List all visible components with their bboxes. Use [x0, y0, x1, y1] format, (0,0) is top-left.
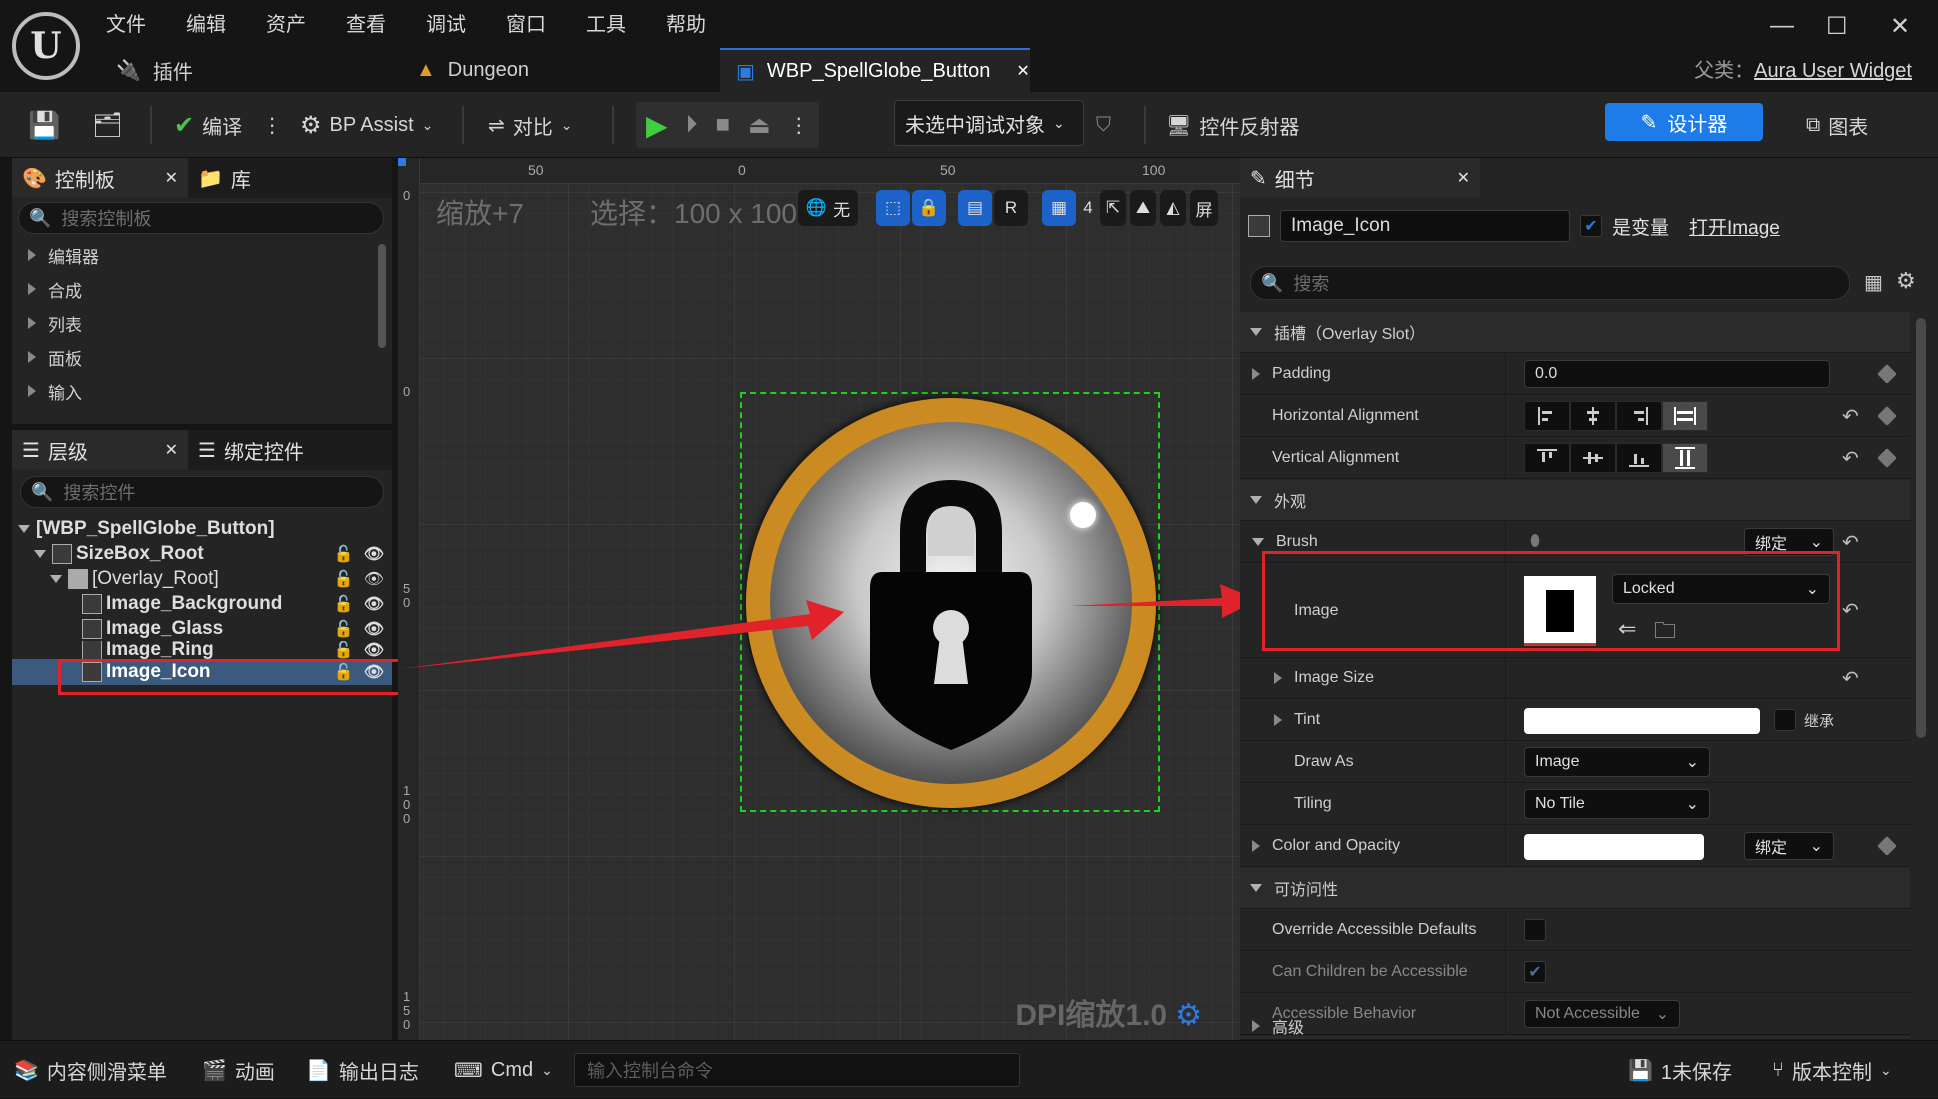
content-drawer-button[interactable]: 📚 内容侧滑菜单: [14, 1041, 167, 1099]
row-image-size: Image Size ↶: [1240, 658, 1910, 699]
pin-icon[interactable]: [1877, 448, 1897, 468]
pin-icon[interactable]: [1877, 836, 1897, 856]
chevron-down-icon: ⌄: [1685, 754, 1699, 771]
override-accessible-checkbox[interactable]: [1524, 919, 1546, 941]
terminal-icon: ⌨: [454, 1059, 483, 1082]
log-icon: 📄: [306, 1059, 331, 1082]
tiling-select[interactable]: No Tile ⌄: [1524, 789, 1710, 819]
save-icon: 💾: [1628, 1059, 1653, 1082]
halign-center-button[interactable]: [1570, 401, 1616, 431]
valign-fill-button[interactable]: [1662, 443, 1708, 473]
children-accessible-checkbox[interactable]: ✔: [1524, 961, 1546, 983]
highlight-box-image: [1262, 551, 1840, 651]
row-accessible-behavior: Accessible Behavior Not Accessible ⌄: [1240, 994, 1910, 1035]
row-draw-as: Draw As Image ⌄: [1240, 742, 1910, 783]
pin-icon[interactable]: [1877, 406, 1897, 426]
tab-details[interactable]: ✎ 细节 ✕: [1240, 158, 1480, 198]
reset-arrow-icon[interactable]: ↶: [1842, 446, 1859, 471]
draw-as-select[interactable]: Image ⌄: [1524, 747, 1710, 777]
clapperboard-icon: 🎬: [202, 1059, 227, 1082]
widget-header: Image_Icon ✔ 是变量 打开Image: [1248, 210, 1780, 242]
branch-icon: ⑂: [1772, 1058, 1784, 1081]
row-tint: Tint 继承: [1240, 700, 1910, 741]
source-control-button[interactable]: ⑂ 版本控制 ⌄: [1772, 1041, 1892, 1099]
open-image-link[interactable]: 打开Image: [1689, 213, 1780, 240]
row-tiling: Tiling No Tile ⌄: [1240, 784, 1910, 825]
image-icon: [1248, 215, 1270, 237]
row-padding: Padding 0.0: [1240, 354, 1910, 395]
pin-icon[interactable]: [1877, 364, 1897, 384]
unsaved-button[interactable]: 💾 1未保存: [1628, 1041, 1732, 1099]
row-vertical-alignment: Vertical Alignment ↶: [1240, 438, 1910, 479]
chevron-down-icon: ⌄: [541, 1061, 553, 1078]
close-icon[interactable]: ✕: [1457, 168, 1470, 188]
color-opacity-swatch[interactable]: [1524, 834, 1704, 860]
color-bind-button[interactable]: 绑定 ⌄: [1744, 832, 1834, 860]
chevron-down-icon: ⌄: [1809, 534, 1823, 551]
reset-arrow-icon[interactable]: ↶: [1842, 598, 1859, 623]
accessible-behavior-select[interactable]: Not Accessible ⌄: [1524, 1000, 1680, 1028]
reset-arrow-icon[interactable]: ↶: [1842, 530, 1859, 555]
row-override-accessible: Override Accessible Defaults: [1240, 910, 1910, 951]
chevron-down-icon: ⌄: [1809, 838, 1823, 855]
section-accessibility[interactable]: 可访问性: [1240, 868, 1910, 909]
pencil-icon: ✎: [1250, 167, 1267, 190]
content-drawer-icon: 📚: [14, 1059, 39, 1082]
details-search-input[interactable]: 🔍 搜索: [1250, 266, 1850, 300]
console-command-input[interactable]: 输入控制台命令: [574, 1053, 1020, 1087]
halign-right-button[interactable]: [1616, 401, 1662, 431]
widget-name-input[interactable]: Image_Icon: [1280, 210, 1570, 242]
row-horizontal-alignment: Horizontal Alignment ↶: [1240, 396, 1910, 437]
settings-gear-icon[interactable]: ⚙: [1896, 268, 1916, 294]
reset-arrow-icon[interactable]: ↶: [1842, 666, 1859, 691]
is-variable-checkbox[interactable]: ✔: [1580, 215, 1602, 237]
row-children-accessible: Can Children be Accessible ✔: [1240, 952, 1910, 993]
tint-color-swatch[interactable]: [1524, 708, 1760, 734]
status-bar: 📚 内容侧滑菜单 🎬 动画 📄 输出日志 ⌨ Cmd ⌄ 输入控制台命令 💾 1未保存 ⑂ 版…: [0, 1040, 1938, 1098]
animation-button[interactable]: 🎬 动画: [202, 1041, 275, 1099]
halign-fill-button[interactable]: [1662, 401, 1708, 431]
reset-arrow-icon[interactable]: ↶: [1842, 404, 1859, 429]
inherit-checkbox[interactable]: [1774, 709, 1796, 731]
cmd-select[interactable]: ⌨ Cmd ⌄: [454, 1041, 553, 1099]
halign-left-button[interactable]: [1524, 401, 1570, 431]
chevron-down-icon: ⌄: [1685, 796, 1699, 813]
brush-icon: ⬮: [1530, 533, 1541, 550]
valign-top-button[interactable]: [1524, 443, 1570, 473]
output-log-button[interactable]: 📄 输出日志: [306, 1041, 419, 1099]
valign-center-button[interactable]: [1570, 443, 1616, 473]
row-color-opacity: Color and Opacity 绑定 ⌄: [1240, 826, 1910, 867]
table-view-icon[interactable]: ▦: [1864, 270, 1883, 295]
padding-input[interactable]: 0.0: [1524, 360, 1830, 388]
valign-bottom-button[interactable]: [1616, 443, 1662, 473]
chevron-down-icon: ⌄: [1655, 1006, 1669, 1023]
search-icon: 🔍: [1261, 272, 1284, 293]
section-appearance[interactable]: 外观: [1240, 480, 1910, 521]
details-scrollbar[interactable]: [1916, 318, 1926, 738]
chevron-down-icon: ⌄: [1880, 1061, 1892, 1078]
section-slot[interactable]: 插槽（Overlay Slot）: [1240, 312, 1910, 353]
